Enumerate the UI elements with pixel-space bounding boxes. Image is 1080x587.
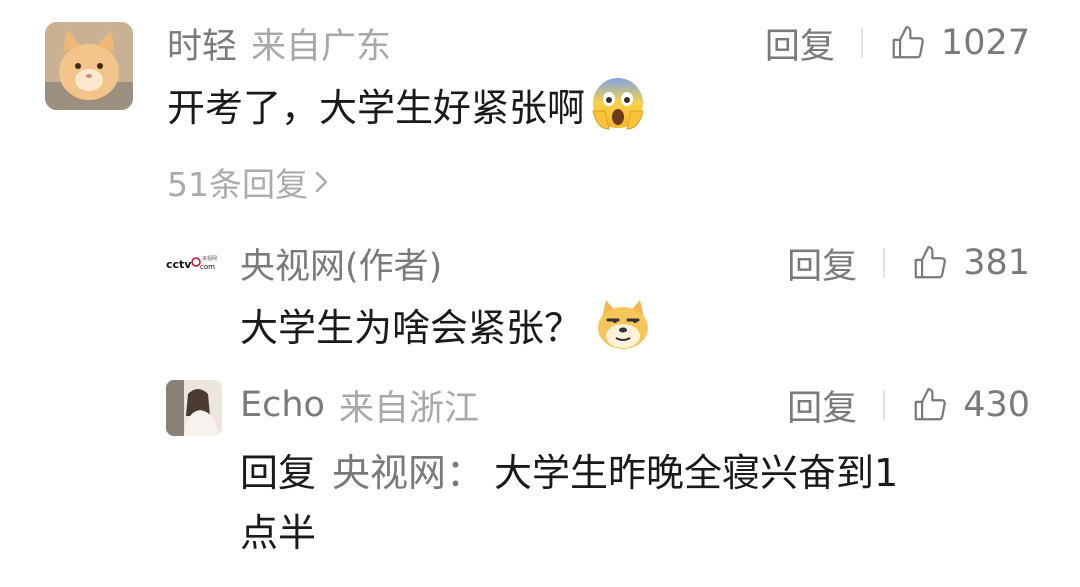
reply-header: Echo 来自浙江 (240, 382, 479, 429)
avatar-echo[interactable] (166, 380, 222, 436)
avatar-cat[interactable] (45, 22, 133, 110)
divider (860, 28, 863, 58)
doge-emoji-icon (598, 300, 649, 349)
reply-text: 大学生为啥会紧张？ (240, 305, 583, 350)
cctv-logo-icon: cctv com 央视网 (166, 255, 217, 271)
reply-actions: 回复 381 (787, 238, 1030, 289)
thumbs-up-icon (914, 388, 947, 421)
comment-actions: 回复 1027 (765, 18, 1030, 69)
view-replies-link[interactable]: 51条回复 (167, 160, 332, 204)
like-count: 381 (963, 243, 1030, 283)
reply-button[interactable]: 回复 (765, 18, 835, 69)
reply-target-user[interactable]: 央视网： (332, 442, 484, 497)
reply-body: 大学生为啥会紧张？ (240, 296, 652, 352)
location-label: 来自广东 (251, 26, 392, 67)
reply-actions: 回复 430 (787, 380, 1030, 431)
username[interactable]: Echo (240, 385, 325, 425)
username[interactable]: 央视网(作者) (240, 238, 442, 289)
scream-emoji-icon (592, 78, 644, 130)
svg-text:央视网: 央视网 (202, 255, 217, 262)
like-count: 430 (963, 385, 1030, 425)
chevron-right-icon (315, 171, 328, 193)
thumbs-up-icon (914, 246, 947, 279)
svg-text:cctv: cctv (166, 258, 192, 271)
like-button[interactable]: 1027 (889, 23, 1030, 63)
comment-body: 开考了，大学生好紧张啊 (167, 76, 647, 132)
reply-prefix: 回复 (240, 450, 317, 495)
reply-text: 大学生昨晚全寝兴奋到1 (494, 450, 899, 495)
avatar-cctv[interactable]: cctv com 央视网 (166, 250, 222, 278)
reply-body-line2: 点半 (240, 500, 316, 558)
like-button[interactable]: 381 (911, 243, 1030, 283)
reply-button[interactable]: 回复 (787, 238, 857, 289)
comment-header: 时轻 来自广东 (167, 18, 392, 69)
svg-text:com: com (200, 263, 215, 271)
reply-text-continued: 点半 (240, 510, 317, 555)
cat-avatar-image (45, 22, 133, 110)
echo-avatar-image (166, 380, 222, 436)
divider (883, 248, 886, 278)
reply-body-line1: 回复 央视网： 大学生昨晚全寝兴奋到1 (240, 440, 898, 498)
like-count: 1027 (940, 23, 1030, 63)
like-button[interactable]: 430 (911, 385, 1030, 425)
replies-count-label: 51条回复 (167, 165, 308, 204)
username[interactable]: 时轻 (167, 18, 237, 69)
location-label: 来自浙江 (338, 388, 479, 429)
comment-text: 开考了，大学生好紧张啊 (167, 85, 586, 130)
divider (883, 390, 886, 420)
reply-button[interactable]: 回复 (787, 380, 857, 431)
reply-header: 央视网(作者) (240, 238, 442, 289)
thumbs-up-icon (892, 26, 924, 59)
